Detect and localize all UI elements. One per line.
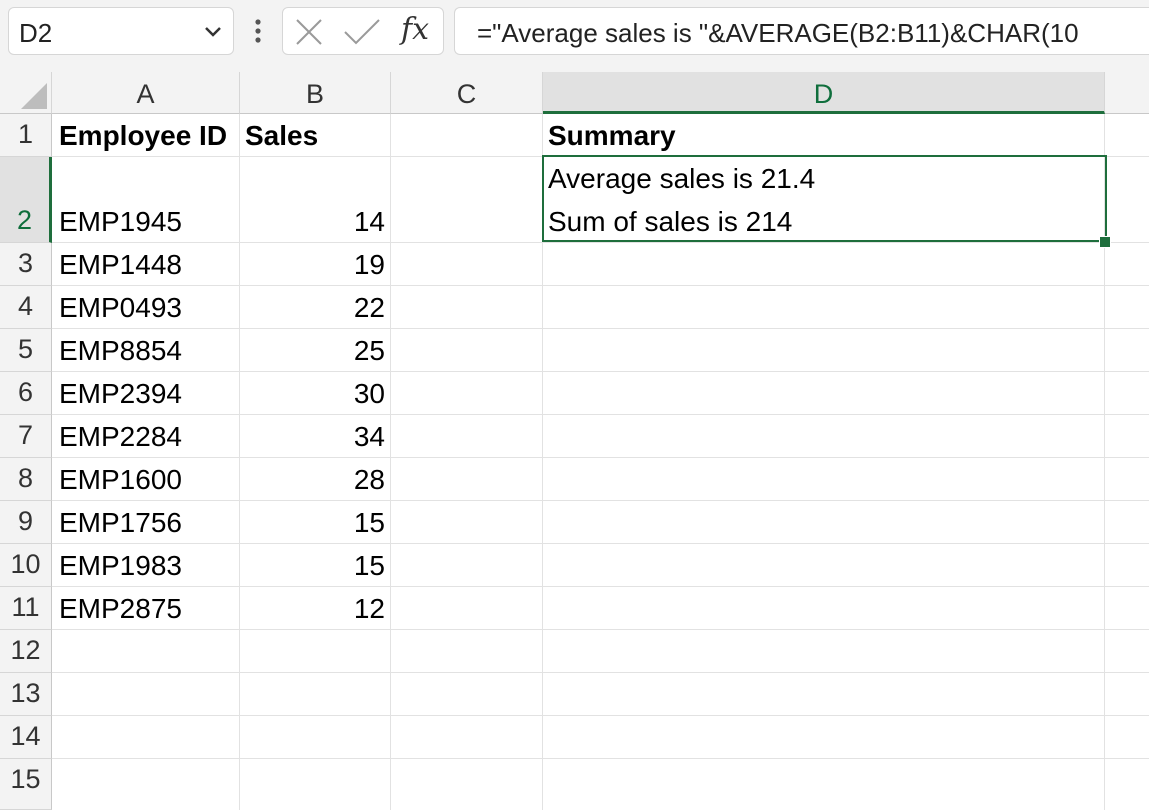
cell-b8[interactable]: 28 — [240, 464, 385, 496]
cell-a3[interactable]: EMP1448 — [59, 249, 182, 281]
row-header-3[interactable]: 3 — [0, 243, 52, 286]
select-all-button[interactable] — [0, 72, 52, 114]
cell-a5[interactable]: EMP8854 — [59, 335, 182, 367]
row-header-15[interactable]: 15 — [0, 759, 52, 810]
row-header-14[interactable]: 14 — [0, 716, 52, 759]
row-header-10[interactable]: 10 — [0, 544, 52, 587]
row-header-5[interactable]: 5 — [0, 329, 52, 372]
formula-input[interactable]: ="Average sales is "&AVERAGE(B2:B11)&CHA… — [454, 7, 1149, 55]
row-header-1[interactable]: 1 — [0, 114, 52, 157]
cell-a9[interactable]: EMP1756 — [59, 507, 182, 539]
row-header-8[interactable]: 8 — [0, 458, 52, 501]
chevron-down-icon[interactable] — [203, 24, 223, 40]
cell-b2[interactable]: 14 — [240, 206, 385, 238]
cell-b7[interactable]: 34 — [240, 421, 385, 453]
row-header-9[interactable]: 9 — [0, 501, 52, 544]
row-header-4[interactable]: 4 — [0, 286, 52, 329]
cell-a4[interactable]: EMP0493 — [59, 292, 182, 324]
cell-b4[interactable]: 22 — [240, 292, 385, 324]
cell-b6[interactable]: 30 — [240, 378, 385, 410]
row-header-2[interactable]: 2 — [0, 157, 52, 243]
fill-handle[interactable] — [1099, 236, 1111, 248]
cell-b1[interactable]: Sales — [245, 120, 318, 152]
column-header-a[interactable]: A — [52, 72, 240, 114]
name-box-value: D2 — [19, 18, 53, 48]
active-cell-border — [542, 155, 1107, 242]
more-options-icon[interactable] — [248, 16, 268, 46]
cell-b3[interactable]: 19 — [240, 249, 385, 281]
row-header-11[interactable]: 11 — [0, 587, 52, 630]
row-header-12[interactable]: 12 — [0, 630, 52, 673]
formula-buttons: fx — [282, 7, 444, 55]
cell-b5[interactable]: 25 — [240, 335, 385, 367]
column-header-d[interactable]: D — [543, 72, 1105, 114]
cell-b11[interactable]: 12 — [240, 593, 385, 625]
cell-a11[interactable]: EMP2875 — [59, 593, 182, 625]
insert-function-icon[interactable]: fx — [401, 12, 429, 47]
cell-a7[interactable]: EMP2284 — [59, 421, 182, 453]
row-header-6[interactable]: 6 — [0, 372, 52, 415]
cell-b9[interactable]: 15 — [240, 507, 385, 539]
spreadsheet-grid: A B C D 1 2 3 4 5 6 7 8 9 10 11 12 13 14… — [0, 72, 1149, 810]
column-header-c[interactable]: C — [391, 72, 543, 114]
close-icon[interactable] — [295, 18, 323, 46]
cell-d1[interactable]: Summary — [548, 120, 676, 152]
column-header-e[interactable] — [1105, 72, 1149, 114]
formula-bar-area: D2 fx ="Average sales is "&AVERAGE(B2:B1… — [0, 0, 1149, 72]
row-header-7[interactable]: 7 — [0, 415, 52, 458]
name-box[interactable]: D2 — [8, 7, 234, 55]
row-header-13[interactable]: 13 — [0, 673, 52, 716]
cell-a10[interactable]: EMP1983 — [59, 550, 182, 582]
cell-a2[interactable]: EMP1945 — [59, 206, 182, 238]
check-icon[interactable] — [343, 18, 381, 46]
cell-a6[interactable]: EMP2394 — [59, 378, 182, 410]
cell-a8[interactable]: EMP1600 — [59, 464, 182, 496]
select-all-triangle-icon — [21, 83, 47, 109]
formula-text: ="Average sales is "&AVERAGE(B2:B11)&CHA… — [477, 18, 1079, 48]
cell-a1[interactable]: Employee ID — [59, 120, 227, 152]
cell-b10[interactable]: 15 — [240, 550, 385, 582]
column-header-b[interactable]: B — [240, 72, 391, 114]
